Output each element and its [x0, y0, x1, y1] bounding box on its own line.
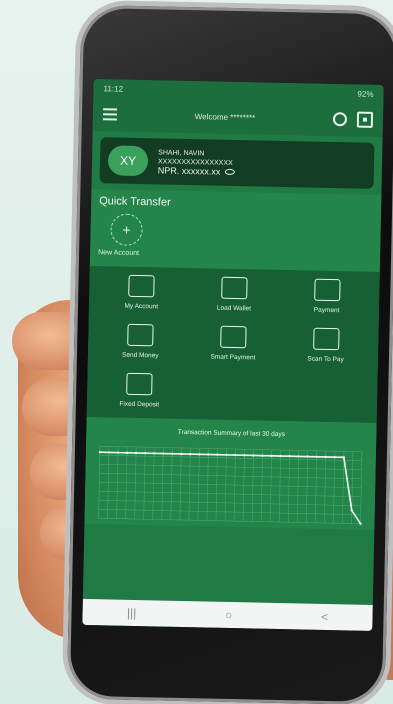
data-point: [170, 452, 174, 455]
tile-label: Payment: [313, 306, 340, 315]
data-point: [143, 451, 147, 455]
data-point: [134, 451, 138, 455]
fixed-deposit-icon: [126, 372, 153, 396]
menu-icon[interactable]: [102, 105, 118, 123]
back-button[interactable]: <: [321, 610, 328, 624]
data-point: [315, 455, 318, 458]
grid-line: [99, 463, 362, 470]
scan-to-pay-icon: [312, 327, 340, 351]
settings-icon[interactable]: [332, 112, 348, 127]
data-point: [261, 454, 264, 457]
data-point: [107, 451, 111, 454]
account-balance: NPR. xxxxxx.xx: [157, 164, 221, 177]
tile-label: Fixed Deposit: [119, 400, 160, 409]
data-point: [306, 455, 309, 458]
data-point: [288, 455, 291, 458]
welcome-text: Welcome ********: [194, 111, 256, 122]
recent-apps-button[interactable]: |||: [127, 606, 137, 620]
phone-screen: 11:12 92% Welcome ******** XY SHAHI, NAV…: [82, 79, 384, 631]
grid-line: [99, 481, 362, 488]
tile-send-money[interactable]: Send Money: [94, 323, 187, 360]
data-point: [270, 454, 273, 458]
status-battery: 92%: [357, 89, 374, 99]
tile-label: Smart Payment: [210, 353, 256, 362]
transaction-summary: Transaction Summary of last 30 days: [84, 416, 377, 530]
data-point: [198, 453, 201, 456]
data-point: [234, 453, 237, 457]
wallet-icon: [221, 276, 248, 300]
transaction-chart: [98, 445, 363, 525]
grid-line: [98, 499, 361, 506]
account-icon: [128, 274, 155, 298]
data-point: [161, 452, 165, 455]
series-line: [99, 451, 362, 525]
account-card[interactable]: XY SHAHI, NAVIN XXXXXXXXXXXXXXXX NPR. xx…: [99, 137, 375, 189]
grid-line: [99, 472, 362, 479]
tile-scan-to-pay[interactable]: Scan To Pay: [279, 327, 372, 364]
grid-line: [99, 490, 362, 497]
data-point: [216, 453, 219, 456]
tile-fixed-deposit[interactable]: Fixed Deposit: [93, 372, 186, 409]
send-money-icon: [127, 323, 154, 347]
data-point: [98, 451, 102, 454]
grid-line: [99, 454, 362, 461]
payment-icon: [313, 278, 341, 302]
tile-load-wallet[interactable]: Load Wallet: [188, 276, 281, 313]
data-point: [225, 453, 228, 457]
data-point: [297, 455, 300, 458]
status-time: 11:12: [103, 83, 124, 94]
data-point: [189, 452, 192, 456]
data-point: [180, 452, 183, 456]
data-point: [152, 452, 156, 455]
avatar: XY: [107, 145, 149, 177]
tile-smart-payment[interactable]: Smart Payment: [187, 325, 280, 362]
tile-payment[interactable]: Payment: [280, 278, 373, 315]
services-grid: My Account Load Wallet Payment Send Mone…: [86, 265, 380, 424]
tile-my-account[interactable]: My Account: [95, 274, 188, 311]
data-point: [333, 455, 336, 459]
data-point: [279, 454, 282, 458]
new-account-label: New Account: [98, 249, 140, 258]
tile-label: Scan To Pay: [307, 355, 344, 364]
home-button[interactable]: ○: [225, 608, 233, 622]
grid-line: [100, 445, 363, 452]
android-nav-bar: ||| ○ <: [82, 598, 373, 631]
phone-device: 11:12 92% Welcome ******** XY SHAHI, NAV…: [66, 4, 393, 704]
smart-payment-icon: [220, 325, 247, 349]
tile-label: Load Wallet: [216, 304, 252, 313]
tile-label: My Account: [124, 302, 159, 311]
quick-transfer-section: Quick Transfer + New Account: [89, 188, 382, 273]
qr-scan-icon[interactable]: [356, 111, 374, 128]
speaker-grille: [210, 47, 267, 55]
app-bar: Welcome ********: [92, 97, 384, 138]
tile-label: Send Money: [121, 351, 159, 360]
data-point: [207, 453, 210, 456]
grid-line: [98, 517, 361, 524]
hide-balance-icon[interactable]: [224, 168, 235, 175]
quick-transfer-title: Quick Transfer: [99, 195, 171, 209]
grid-line: [98, 508, 361, 515]
add-icon[interactable]: +: [110, 213, 143, 247]
data-point: [252, 454, 255, 457]
data-point: [116, 451, 120, 454]
data-point: [243, 454, 246, 457]
data-point: [125, 451, 129, 455]
summary-title: Transaction Summary of last 30 days: [177, 428, 285, 439]
data-point: [324, 455, 327, 459]
